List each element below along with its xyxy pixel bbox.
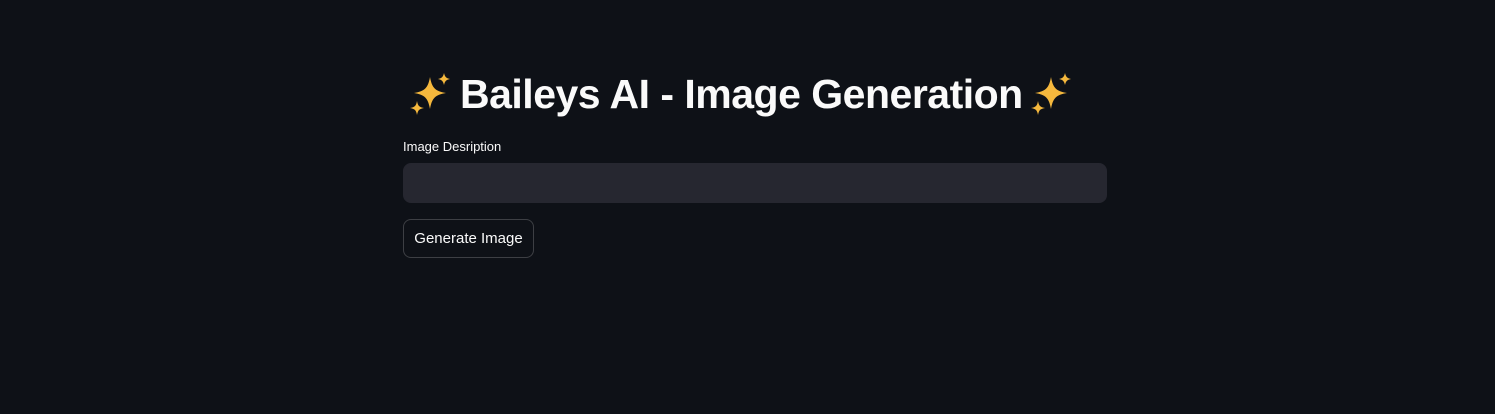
page-title: Baileys AI - Image Generation bbox=[408, 68, 1075, 120]
page-title-text: Baileys AI - Image Generation bbox=[460, 71, 1023, 117]
sparkles-icon bbox=[408, 71, 454, 117]
image-description-label: Image Desription bbox=[403, 139, 502, 154]
sparkles-icon bbox=[1029, 71, 1075, 117]
image-description-input[interactable] bbox=[403, 163, 1107, 203]
generate-image-button[interactable]: Generate Image bbox=[403, 219, 534, 258]
